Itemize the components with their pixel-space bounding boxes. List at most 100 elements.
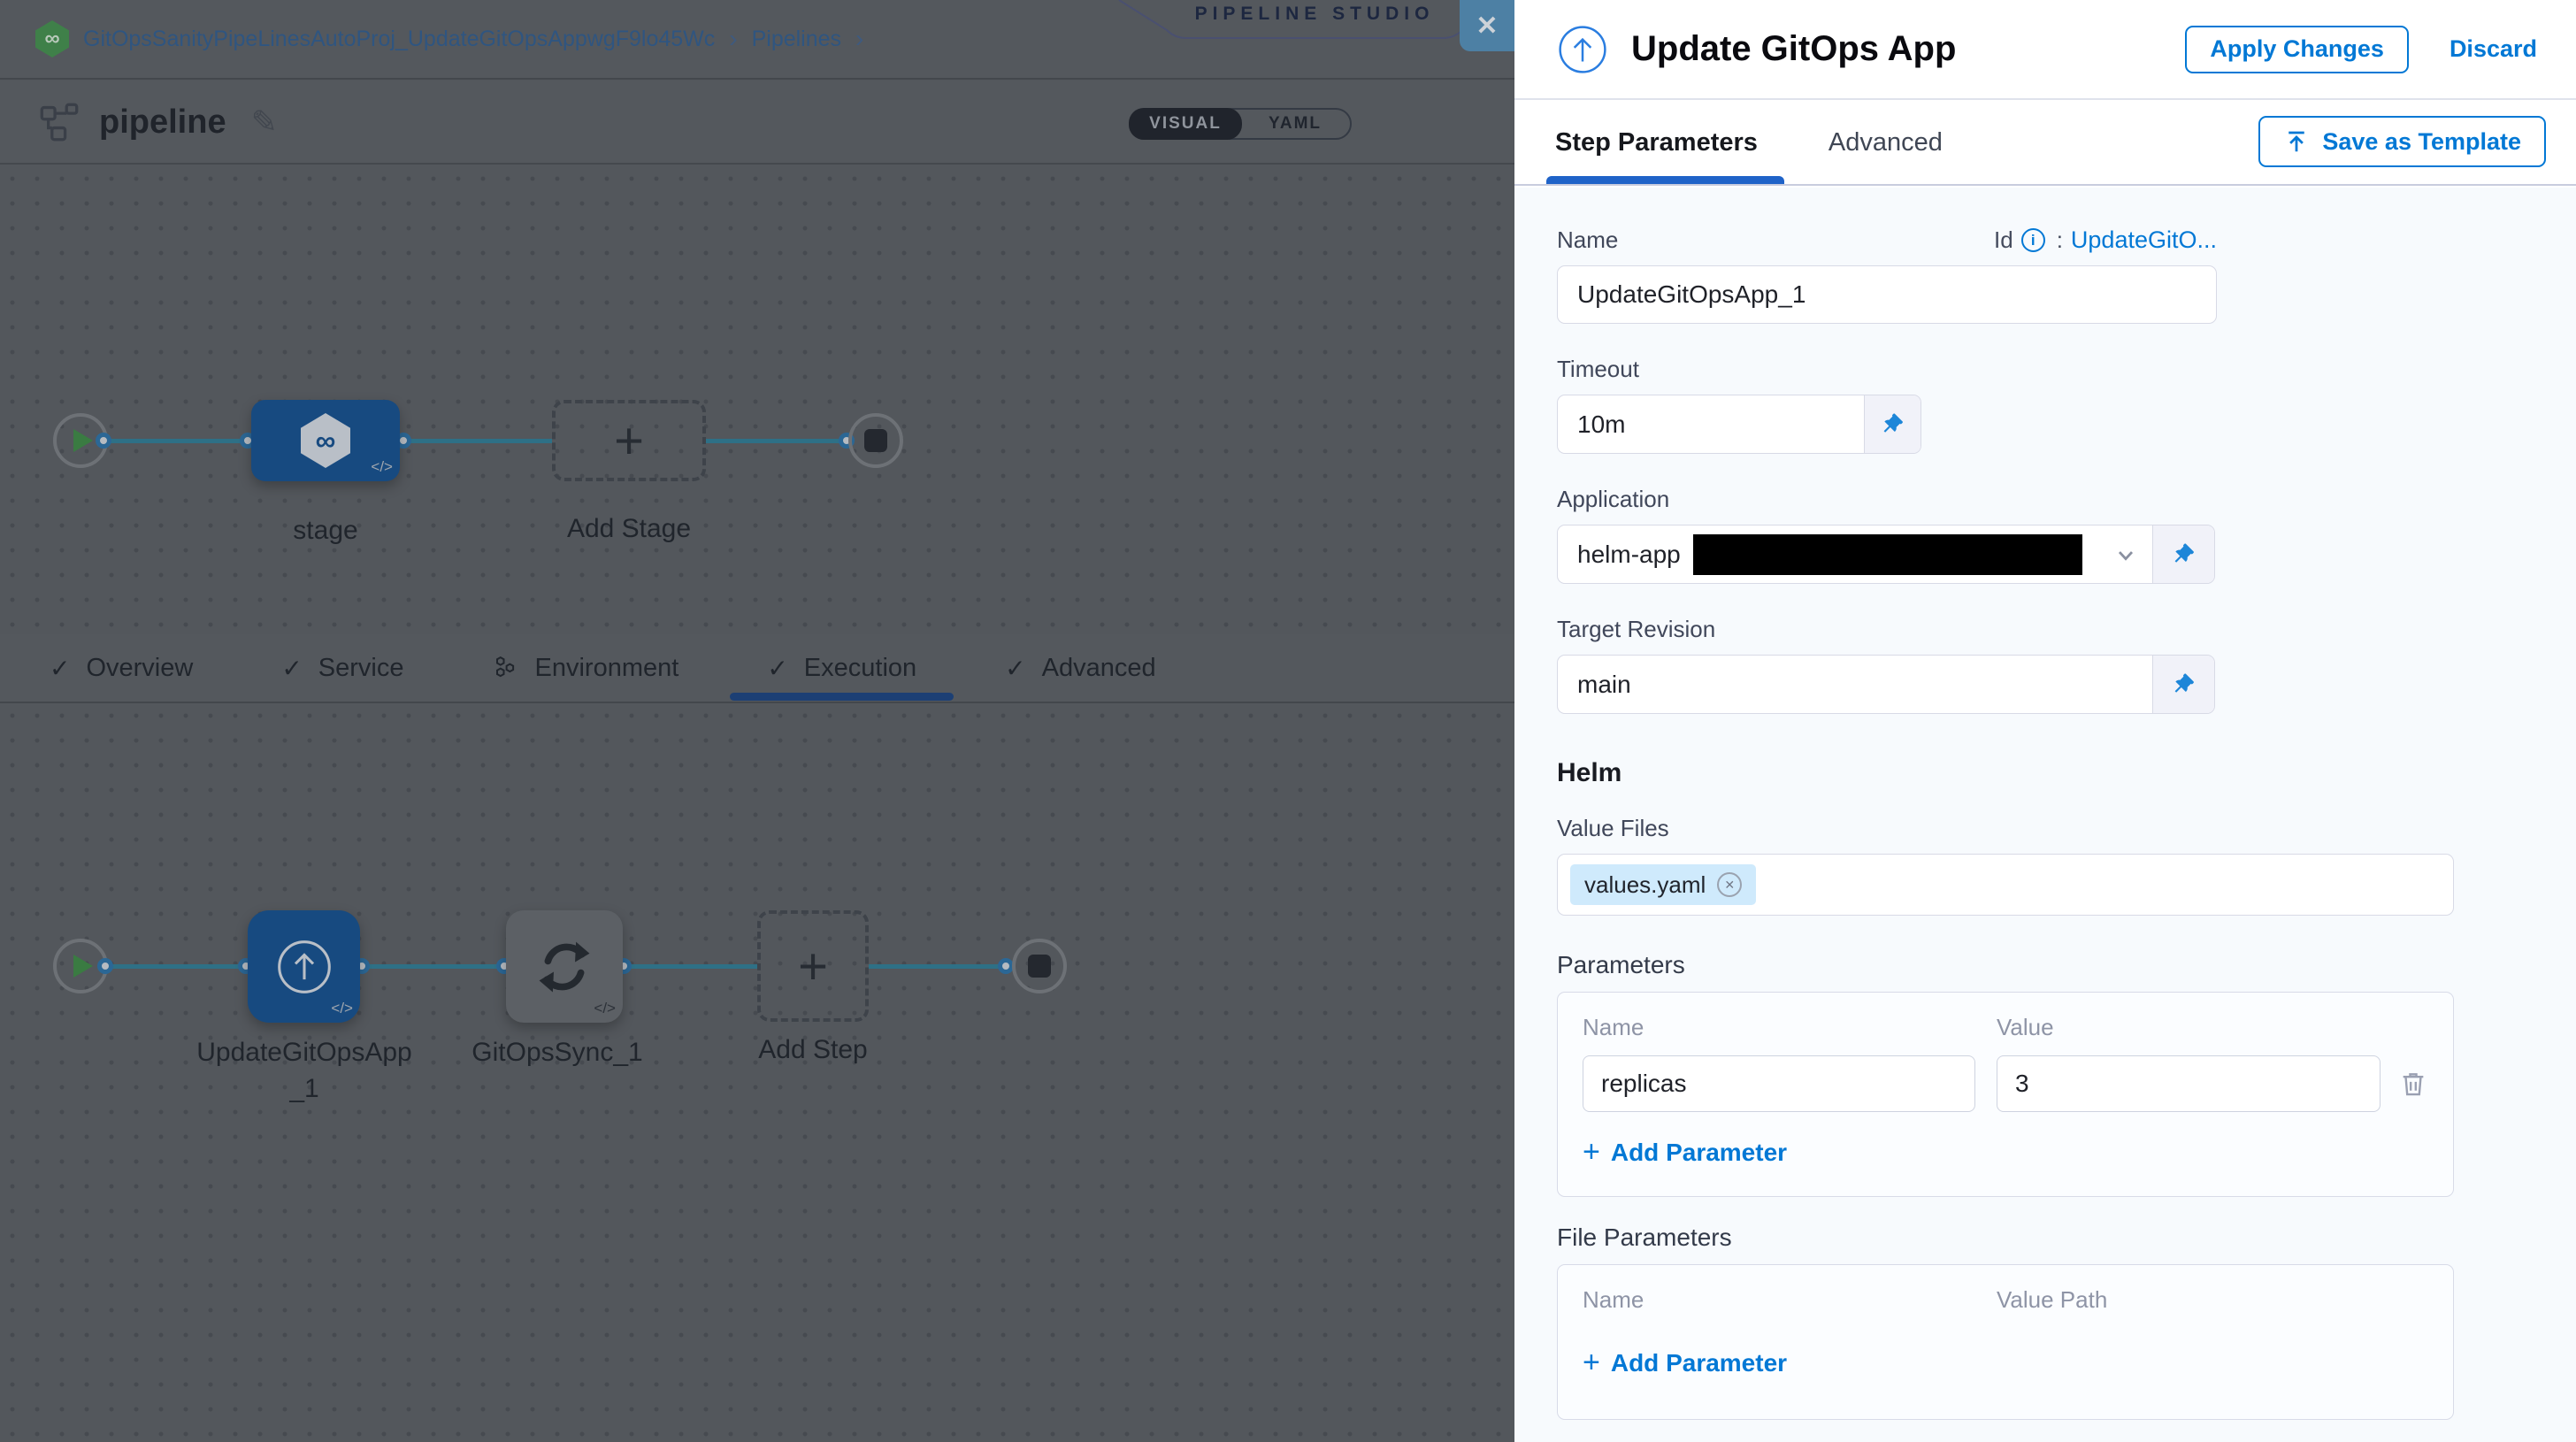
add-stage-label: Add Stage xyxy=(540,511,717,548)
parameter-value-input[interactable] xyxy=(1997,1055,2380,1112)
parameters-card: Name Value + Add Parameter xyxy=(1557,992,2454,1197)
connector-line xyxy=(623,964,757,969)
tab-execution[interactable]: ✓ Execution xyxy=(767,654,916,683)
pipeline-end-node[interactable] xyxy=(848,413,903,468)
connector-line xyxy=(400,439,552,443)
save-as-template-button[interactable]: Save as Template xyxy=(2258,116,2546,167)
yaml-code-icon: </> xyxy=(594,1000,616,1017)
check-icon: ✓ xyxy=(50,654,70,683)
tab-advanced[interactable]: ✓ Advanced xyxy=(1005,654,1155,683)
connector-line xyxy=(360,964,506,969)
yaml-code-icon: </> xyxy=(371,458,393,476)
add-file-parameter-button[interactable]: + Add Parameter xyxy=(1583,1346,2428,1380)
timeout-input-wrap xyxy=(1558,395,1864,453)
name-input[interactable] xyxy=(1557,265,2217,324)
chevron-down-icon[interactable] xyxy=(2113,542,2138,567)
check-icon: ✓ xyxy=(281,654,302,683)
target-revision-input[interactable] xyxy=(1558,671,2152,699)
name-label: Name xyxy=(1557,226,1618,254)
execution-canvas: </> </> + UpdateGitOpsApp_1 GitOpsSync_1… xyxy=(0,703,1514,1442)
save-as-template-label: Save as Template xyxy=(2322,128,2521,156)
tab-label: Advanced xyxy=(1042,654,1156,683)
add-stage-button[interactable]: + xyxy=(552,400,706,481)
studio-badge-label: PIPELINE STUDIO xyxy=(1117,4,1512,25)
stage-node[interactable]: ∞ </> xyxy=(251,400,400,481)
info-icon[interactable]: i xyxy=(2021,228,2045,252)
stage-config-tabs: ✓ Overview ✓ Service Environment ✓ Execu… xyxy=(0,634,1514,703)
helm-section-heading: Helm xyxy=(1557,758,2576,788)
sync-arrows-icon xyxy=(533,936,595,998)
update-gitops-app-step-label: UpdateGitOpsApp_1 xyxy=(194,1035,415,1107)
timeout-input[interactable] xyxy=(1558,410,1864,439)
target-revision-field xyxy=(1557,655,2215,714)
param-col-name: Name xyxy=(1583,1014,1997,1041)
breadcrumb-pipelines-link[interactable]: Pipelines xyxy=(752,27,841,52)
yaml-code-icon: </> xyxy=(331,1000,353,1017)
tab-label: Execution xyxy=(804,654,916,683)
pin-icon xyxy=(2173,673,2196,696)
tab-step-parameters[interactable]: Step Parameters xyxy=(1555,102,1758,184)
id-label: Id xyxy=(1994,226,2013,254)
project-icon: ∞ xyxy=(35,20,69,58)
pipeline-graph-icon xyxy=(39,102,80,142)
file-parameters-label: File Parameters xyxy=(1557,1223,2576,1252)
value-files-input[interactable]: values.yaml ✕ xyxy=(1557,854,2454,916)
stop-icon xyxy=(1028,955,1051,978)
trash-icon xyxy=(2398,1068,2428,1100)
chevron-right-icon: › xyxy=(855,25,863,53)
tab-label: Service xyxy=(318,654,404,683)
value-file-chip: values.yaml ✕ xyxy=(1570,864,1756,905)
file-parameters-header-row: Name Value Path xyxy=(1583,1286,2428,1314)
play-icon xyxy=(73,429,93,452)
plus-icon: + xyxy=(614,411,644,471)
file-col-name: Name xyxy=(1583,1286,1997,1314)
connector-line xyxy=(108,964,248,969)
tab-label: Environment xyxy=(535,654,679,683)
gitops-sync-step-node[interactable]: </> xyxy=(506,910,623,1023)
plus-icon: + xyxy=(1583,1346,1600,1380)
tab-service[interactable]: ✓ Service xyxy=(281,654,403,683)
add-parameter-label: Add Parameter xyxy=(1611,1139,1787,1167)
parameter-name-input[interactable] xyxy=(1583,1055,1975,1112)
check-icon: ✓ xyxy=(767,654,787,683)
application-select[interactable]: helm-app xyxy=(1558,525,2152,583)
id-value-link[interactable]: UpdateGitO... xyxy=(2071,226,2217,254)
toggle-yaml[interactable]: YAML xyxy=(1240,110,1350,138)
application-pin-toggle[interactable] xyxy=(2152,525,2214,583)
toggle-visual[interactable]: VISUAL xyxy=(1129,108,1242,140)
parameters-label: Parameters xyxy=(1557,951,2576,979)
circle-up-arrow-icon xyxy=(275,938,334,996)
add-parameter-button[interactable]: + Add Parameter xyxy=(1583,1135,2428,1170)
step-panel-tabs: Step Parameters Advanced Save as Templat… xyxy=(1514,102,2576,186)
connector-line xyxy=(706,439,848,443)
stage-canvas: ∞ </> + stage Add Stage xyxy=(0,166,1514,634)
application-label: Application xyxy=(1557,486,2576,513)
step-panel-title: Update GitOps App xyxy=(1631,29,2185,69)
breadcrumb: ∞ GitOpsSanityPipeLinesAutoProj_UpdateGi… xyxy=(35,20,863,58)
execution-end-node[interactable] xyxy=(1012,939,1067,993)
step-config-panel: Update GitOps App Apply Changes Discard … xyxy=(1514,0,2576,1442)
add-step-button[interactable]: + xyxy=(757,910,869,1022)
apply-changes-button[interactable]: Apply Changes xyxy=(2185,26,2409,73)
discard-button[interactable]: Discard xyxy=(2450,35,2537,63)
update-gitops-app-step-node[interactable]: </> xyxy=(248,910,360,1023)
close-panel-button[interactable]: ✕ xyxy=(1460,0,1514,51)
file-parameters-card: Name Value Path + Add Parameter xyxy=(1557,1264,2454,1420)
timeout-pin-toggle[interactable] xyxy=(1864,395,1920,453)
target-revision-pin-toggle[interactable] xyxy=(2152,656,2214,713)
param-col-value: Value xyxy=(1997,1014,2428,1041)
gitops-stage-icon: ∞ xyxy=(301,413,350,468)
remove-chip-icon[interactable]: ✕ xyxy=(1717,872,1742,897)
tab-overview[interactable]: ✓ Overview xyxy=(50,654,193,683)
breadcrumb-project-link[interactable]: GitOpsSanityPipeLinesAutoProj_UpdateGitO… xyxy=(83,27,715,52)
delete-parameter-button[interactable] xyxy=(2398,1068,2428,1100)
file-col-value-path: Value Path xyxy=(1997,1286,2428,1314)
timeout-label: Timeout xyxy=(1557,356,2576,383)
edit-pencil-icon[interactable]: ✎ xyxy=(251,104,278,141)
tab-advanced-panel[interactable]: Advanced xyxy=(1828,102,1943,184)
tab-environment[interactable]: Environment xyxy=(493,654,679,683)
step-id-block: Id i : UpdateGitO... xyxy=(1994,226,2217,254)
connector-dot xyxy=(96,433,111,449)
name-id-row: Name Id i : UpdateGitO... xyxy=(1557,226,2217,254)
value-file-chip-label: values.yaml xyxy=(1584,871,1706,899)
